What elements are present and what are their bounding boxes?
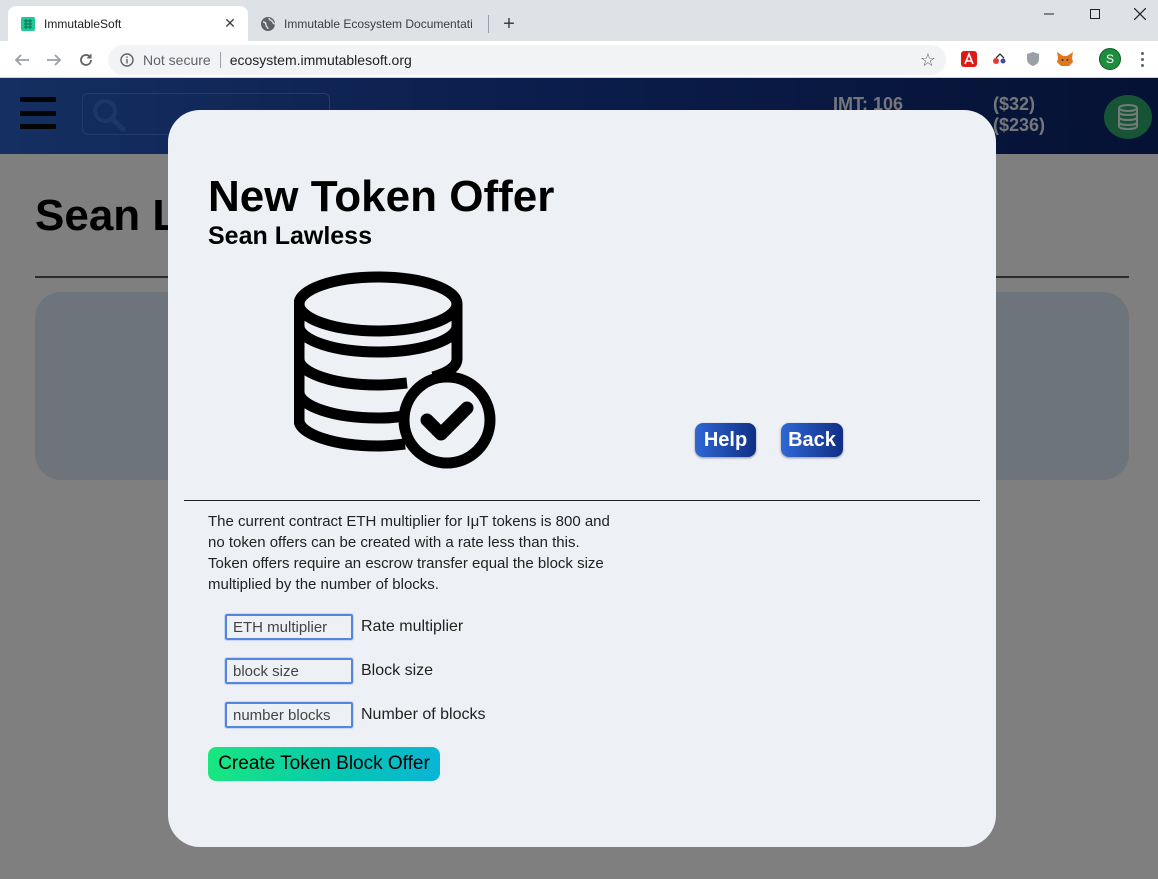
tab-ecosystem-docs[interactable]: Immutable Ecosystem Documentati <box>248 6 488 41</box>
new-token-offer-modal: New Token Offer Sean Lawless Help Back T… <box>168 110 996 847</box>
immutablesoft-favicon-icon <box>20 16 36 32</box>
tab-title: Immutable Ecosystem Documentati <box>284 16 473 31</box>
window-close-icon[interactable] <box>1117 0 1158 28</box>
minimize-icon[interactable] <box>1026 0 1072 28</box>
profile-avatar[interactable]: S <box>1099 48 1121 70</box>
block-size-label: Block size <box>361 662 434 679</box>
metamask-fox-icon[interactable] <box>1055 49 1075 69</box>
close-icon[interactable]: ✕ <box>220 14 240 34</box>
coins-check-icon <box>293 268 498 477</box>
tab-title: ImmutableSoft <box>44 16 122 31</box>
security-label: Not secure <box>143 52 211 68</box>
browser-menu-icon[interactable] <box>1134 48 1150 70</box>
modal-subtitle: Sean Lawless <box>208 222 372 250</box>
number-blocks-row: Number of blocks <box>224 701 486 729</box>
tab-immutablesoft[interactable]: ImmutableSoft ✕ <box>8 6 248 41</box>
rate-multiplier-label: Rate multiplier <box>361 618 464 635</box>
create-token-block-offer-button[interactable]: Create Token Block Offer <box>208 747 440 781</box>
address-bar[interactable]: Not secure ecosystem.immutablesoft.org ☆ <box>108 45 946 75</box>
modal-title: New Token Offer <box>208 172 555 221</box>
info-icon[interactable] <box>119 52 135 68</box>
page: IMT: 106 ($32) ($236) Sean L New Token O… <box>0 78 1158 879</box>
omnibox-divider <box>219 52 221 68</box>
bookmark-star-icon[interactable]: ☆ <box>918 50 938 71</box>
url-text[interactable]: ecosystem.immutablesoft.org <box>230 52 918 68</box>
number-of-blocks-label: Number of blocks <box>361 706 486 723</box>
extension-icon[interactable] <box>990 49 1010 69</box>
reload-icon[interactable] <box>72 46 100 74</box>
globe-icon <box>260 16 276 32</box>
angular-extension-icon[interactable] <box>959 49 979 69</box>
eth-multiplier-input[interactable] <box>224 613 354 641</box>
maximize-icon[interactable] <box>1072 0 1118 28</box>
forward-arrow-icon[interactable] <box>40 46 68 74</box>
block-size-input[interactable] <box>224 657 354 685</box>
modal-divider <box>184 500 980 501</box>
tab-divider <box>488 15 489 33</box>
browser-tabstrip: ImmutableSoft ✕ Immutable Ecosystem Docu… <box>0 0 1158 41</box>
offer-description: The current contract ETH multiplier for … <box>208 513 610 593</box>
new-tab-icon[interactable]: + <box>497 12 521 36</box>
help-button[interactable]: Help <box>695 423 756 457</box>
back-arrow-icon[interactable] <box>8 46 36 74</box>
shield-icon[interactable] <box>1023 49 1043 69</box>
eth-multiplier-row: Rate multiplier <box>224 613 464 641</box>
block-size-row: Block size <box>224 657 434 685</box>
number-blocks-input[interactable] <box>224 701 354 729</box>
back-button[interactable]: Back <box>781 423 843 457</box>
browser-toolbar: Not secure ecosystem.immutablesoft.org ☆ <box>0 41 1158 78</box>
